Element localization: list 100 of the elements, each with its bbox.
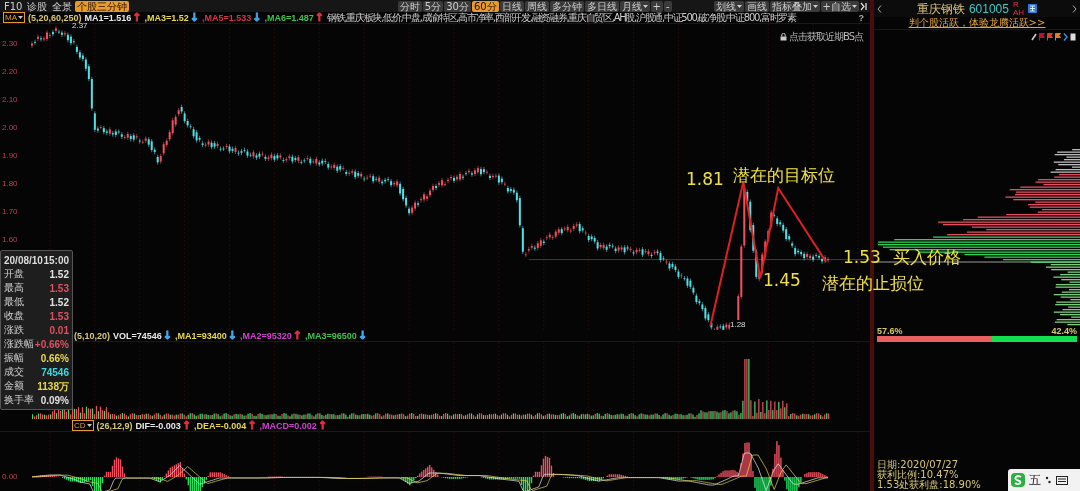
axis-label: 2.30 xyxy=(1,39,18,49)
flag-icon[interactable] xyxy=(1055,32,1061,41)
period-tab[interactable]: 分时 xyxy=(397,0,422,12)
period-tab[interactable]: 多分钟 xyxy=(549,0,584,12)
promo-link[interactable]: 判个股活跃，体验龙腾活跃>> xyxy=(908,17,1046,29)
indicator-value: ,MACD=0.002 xyxy=(259,420,317,431)
quote-value: 1.53 xyxy=(49,310,69,322)
quote-value: 0.09% xyxy=(40,394,69,406)
indicator-params: (26,12,9) xyxy=(96,420,133,431)
indicator-value: MA1=1.516 xyxy=(84,12,132,23)
badge-icon xyxy=(1028,4,1038,13)
price-label: 1.28 xyxy=(730,320,746,330)
tool-button[interactable]: 指标叠加 xyxy=(769,0,820,12)
quote-label: 涨跌幅 xyxy=(4,338,34,350)
axis-label: 1.80 xyxy=(1,179,18,189)
quote-value: 1.53 xyxy=(49,282,69,294)
annotation-text: 1.45 xyxy=(763,271,801,290)
quote-label: 开盘 xyxy=(4,268,24,280)
quote-value: 1.52 xyxy=(49,268,69,280)
indicator-params: (5,20,60,250) xyxy=(28,12,82,23)
indicator-value: VOL=74546 xyxy=(113,330,162,341)
period-tab[interactable]: 5分 xyxy=(422,0,444,12)
help-mark[interactable]: ? xyxy=(858,12,864,23)
quote-value: 1.52 xyxy=(49,296,69,308)
trend-arrow: ↓ xyxy=(189,12,200,23)
chip-stat: 获利比例:10.47% xyxy=(877,470,959,480)
annotation-text: 潜在的止损位 xyxy=(822,274,924,293)
chevron-right-icon[interactable] xyxy=(1072,4,1077,13)
annotation-text: 潜在的目标位 xyxy=(733,166,835,185)
indicator-value: ,MA2=95320 xyxy=(240,330,292,341)
stock-code: 601005 xyxy=(968,1,1009,16)
logo-icon xyxy=(1011,473,1025,487)
keyboard-icon[interactable] xyxy=(1056,475,1068,485)
indicator-value: ,MA3=1.52 xyxy=(144,12,189,23)
zoom-button[interactable]: + xyxy=(650,0,663,12)
collapse-icon[interactable] xyxy=(860,1,868,11)
indicator-selector[interactable]: CD xyxy=(72,420,94,431)
quote-value: +0.66% xyxy=(34,338,69,350)
annotation-text: 1.53 xyxy=(843,248,881,267)
trend-arrow: ↑ xyxy=(292,330,303,341)
chip-stat: 日期:2020/07/27 xyxy=(877,460,958,470)
annotation-text: 1.81 xyxy=(686,170,724,189)
ratio-label: 57.6% xyxy=(877,326,903,336)
punctuation-icon[interactable] xyxy=(1045,475,1052,485)
quote-label: 振幅 xyxy=(4,352,24,364)
axis-label: 0.00 xyxy=(1,472,18,482)
quote-value: 1138万 xyxy=(37,380,69,392)
pencil-icon[interactable] xyxy=(1031,32,1037,41)
indicator-selector[interactable]: MA xyxy=(3,12,25,23)
quote-date: 20/08/10 xyxy=(4,254,43,266)
axis-label: 1.70 xyxy=(1,207,18,217)
indicator-value: ,MA1=93400 xyxy=(175,330,227,341)
quote-label: 成交 xyxy=(4,366,24,378)
axis-label: 1.60 xyxy=(1,235,18,245)
stock-mark: AH xyxy=(1012,8,1025,17)
trend-arrow: ↑ xyxy=(181,420,192,431)
ime-mode[interactable]: 五 xyxy=(1029,473,1041,487)
indicator-value: ,MA5=1.533 xyxy=(202,12,252,23)
bs-hint[interactable]: 点击获取近期BS点 xyxy=(789,31,864,42)
tool-button[interactable]: 划线 xyxy=(713,0,744,12)
quote-label: 收盘 xyxy=(4,310,24,322)
period-tab[interactable]: 30分 xyxy=(444,0,471,12)
period-tab[interactable]: 周线 xyxy=(524,0,549,12)
ratio-label: 42.4% xyxy=(1051,326,1077,336)
indicator-value: ,MA6=1.487 xyxy=(264,12,314,23)
lock-icon xyxy=(780,32,787,41)
caret-icon xyxy=(736,4,742,8)
axis-label: 1.90 xyxy=(1,151,18,161)
period-tab[interactable]: 多日线 xyxy=(584,0,619,12)
caret-icon xyxy=(642,4,648,8)
tool-button[interactable]: 画线 xyxy=(744,0,769,12)
trend-arrow: ↑ xyxy=(317,420,328,431)
trend-arrow: ↓ xyxy=(227,330,238,341)
note-icon[interactable] xyxy=(1070,32,1076,41)
period-tab[interactable]: 60分 xyxy=(471,0,499,12)
period-tab[interactable]: 月线 xyxy=(619,0,650,12)
chevron-icon[interactable] xyxy=(1063,32,1068,41)
period-tab[interactable]: 日线 xyxy=(499,0,524,12)
trend-arrow: ↑ xyxy=(132,12,142,23)
ime-toolbar[interactable]: 五 xyxy=(1008,469,1080,491)
quote-label: 换手率 xyxy=(4,394,34,406)
nav-tab[interactable]: 全景 xyxy=(50,0,75,12)
chevron-left-icon[interactable] xyxy=(877,4,882,13)
quote-value: 0.66% xyxy=(40,352,69,364)
nav-tab[interactable]: 个股三分钟 xyxy=(75,0,130,12)
stock-mark: R xyxy=(1012,0,1020,9)
quote-label: 金额 xyxy=(4,380,24,392)
nav-tab[interactable]: F10 xyxy=(2,0,25,12)
stock-tags: 钢铁,重庆板块,低价,中盘,成渝特区,高市净率,西部开发,融资融券,重庆自贸区,AH股,沪股通,中证500,破净股,中证800,富时罗素 xyxy=(327,12,796,23)
caret-icon xyxy=(812,4,818,8)
zoom-button[interactable]: - xyxy=(664,0,672,12)
quote-label: 涨跌 xyxy=(4,324,24,336)
flag-icon[interactable] xyxy=(1047,32,1053,41)
trend-arrow: ↓ xyxy=(252,12,262,23)
caret-icon xyxy=(852,4,857,8)
indicator-value: DIF=-0.003 xyxy=(135,420,181,431)
tool-button[interactable]: +自选 xyxy=(820,0,859,12)
nav-tab[interactable]: 诊股 xyxy=(25,0,50,12)
quote-label: 最高 xyxy=(4,282,24,294)
axis-label: 2.00 xyxy=(1,123,18,133)
